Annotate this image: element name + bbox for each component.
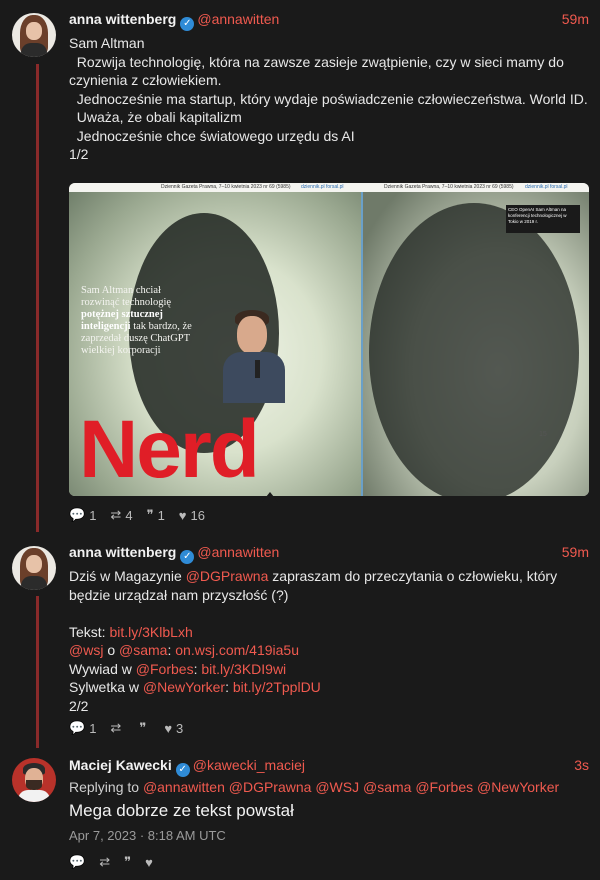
replying-to: Replying to @annawitten @DGPrawna @WSJ @… [69,778,589,797]
article-lead: Sam Altman chciał rozwinąć technologię p… [81,285,201,357]
text-part: Dziś w Magazynie [69,568,186,584]
reply-button[interactable]: 💬 [69,854,85,870]
reply-icon: 💬 [69,854,86,869]
avatar[interactable] [12,13,56,57]
quote-icon: ❞ [139,720,147,735]
url-link[interactable]: bit.ly/3KDI9wi [201,661,286,677]
reply-icon: 💬 [69,507,86,522]
reply-count: 1 [89,507,97,523]
quote-button[interactable]: ❞ 1 [147,507,165,523]
quote-button[interactable]: ❞ [139,720,150,736]
tweet-header: anna wittenberg ✓ @annawitten [69,544,279,564]
replying-mentions[interactable]: @annawitten @DGPrawna @WSJ @sama @Forbes… [143,779,559,795]
reply-count: 1 [89,720,97,736]
url-link[interactable]: on.wsj.com/419ia5u [175,642,299,658]
text-part: o [103,642,120,658]
article-headline: Nerd [79,404,260,495]
verified-icon: ✓ [180,550,195,564]
photo-caption: CEO OpenAI Sam Altman na konferencji tec… [506,205,580,233]
display-name[interactable]: anna wittenberg [69,11,176,27]
mention-link[interactable]: @wsj [69,642,103,658]
tweet-timestamp[interactable]: Apr 7, 2023 · 8:18 AM UTC [69,828,226,843]
retweet-icon: ⇄ [99,854,111,869]
like-count: 3 [176,720,184,736]
tweet-image[interactable]: Dziennik Gazeta Prawna, 7–10 kwietnia 20… [69,183,589,496]
photo-subject [219,308,289,403]
retweet-icon: ⇄ [110,720,122,735]
reply-button[interactable]: 💬 1 [69,507,96,523]
tweet-actions: 💬 1 ⇄ 4 ❞ 1 ♥ 16 [69,507,205,523]
tweet-text: Sam Altman Rozwija technologię, która na… [69,35,588,162]
microphone-icon [255,360,260,378]
like-icon: ♥ [164,720,173,736]
url-link[interactable]: bit.ly/2TpplDU [233,679,321,695]
quote-button[interactable]: ❞ [124,854,131,870]
quote-icon: ❞ [124,854,132,869]
display-name[interactable]: anna wittenberg [69,544,176,560]
tweet-time[interactable]: 59m [562,11,589,27]
retweet-count: 4 [125,507,133,523]
like-icon: ♥ [178,507,187,523]
mention-link[interactable]: @DGPrawna [186,568,269,584]
reply-icon: 💬 [69,720,86,735]
quote-count: 1 [157,507,165,523]
strip-right-text: Dziennik Gazeta Prawna, 7–10 kwietnia 20… [384,184,514,190]
tweet-1[interactable]: anna wittenberg ✓ @annawitten 59m Sam Altm… [0,0,600,540]
image-pointer-icon [262,492,278,502]
mention-link[interactable]: @sama [119,642,167,658]
username[interactable]: @kawecki_maciej [193,757,305,773]
tweet-header: Maciej Kawecki ✓ @kawecki_maciej [69,757,305,777]
newspaper-header-strip: Dziennik Gazeta Prawna, 7–10 kwietnia 20… [69,183,589,192]
like-count: 16 [190,507,205,523]
tweet-text: Dziś w Magazynie @DGPrawna zapraszam do … [69,567,589,715]
like-button[interactable]: ♥ 16 [179,508,205,523]
link-label: Tekst: [69,623,110,640]
mention-link[interactable]: @Forbes [136,661,194,677]
retweet-button[interactable]: ⇄ 4 [110,507,132,523]
tweet-text: Mega dobrze ze tekst powstał [69,801,294,820]
url-link[interactable]: bit.ly/3KlbLxh [109,624,192,640]
retweet-button[interactable]: ⇄ [99,854,110,870]
mention-link[interactable]: @NewYorker [143,679,225,695]
tweet-header: anna wittenberg ✓ @annawitten [69,11,279,31]
display-name[interactable]: Maciej Kawecki [69,757,172,773]
like-button[interactable]: ♥ [145,855,153,870]
retweet-icon: ⇄ [110,507,122,522]
verified-icon: ✓ [175,763,190,777]
like-icon: ♥ [145,854,153,870]
like-button[interactable]: ♥ 3 [164,721,183,736]
page-number: 15 [539,431,547,438]
username[interactable]: @annawitten [197,544,279,560]
link-label: Sylwetka w [69,679,143,695]
retweet-button[interactable]: ⇄ [110,720,125,736]
tweet-time[interactable]: 59m [562,544,589,560]
page-gutter [361,183,363,496]
tweet-2[interactable]: anna wittenberg ✓ @annawitten 59m Dziś w M… [0,540,600,740]
text-part: : [225,679,233,695]
tweet-actions: 💬 1 ⇄ ❞ ♥ 3 [69,720,183,736]
username[interactable]: @annawitten [197,11,279,27]
reply-button[interactable]: 💬 1 [69,720,96,736]
tweet-actions: 💬 ⇄ ❞ ♥ [69,854,153,870]
replying-label: Replying to [69,779,140,795]
strip-left-site: dziennik.pl forsal.pl [301,184,344,190]
lead-text-1: Sam Altman chciał rozwinąć technologię [81,285,172,308]
silhouette-shape [369,203,579,496]
quote-icon: ❞ [146,507,154,522]
thread-counter: 2/2 [69,697,89,714]
verified-icon: ✓ [180,17,195,31]
tweet-3[interactable]: Maciej Kawecki ✓ @kawecki_maciej 3s Replyi… [0,748,600,880]
link-label: Wywiad w [69,660,136,677]
avatar[interactable] [12,546,56,590]
strip-right-site: dziennik.pl forsal.pl [525,184,568,190]
strip-left-text: Dziennik Gazeta Prawna, 7–10 kwietnia 20… [161,184,291,190]
avatar[interactable] [12,758,56,802]
tweet-time[interactable]: 3s [574,757,589,773]
